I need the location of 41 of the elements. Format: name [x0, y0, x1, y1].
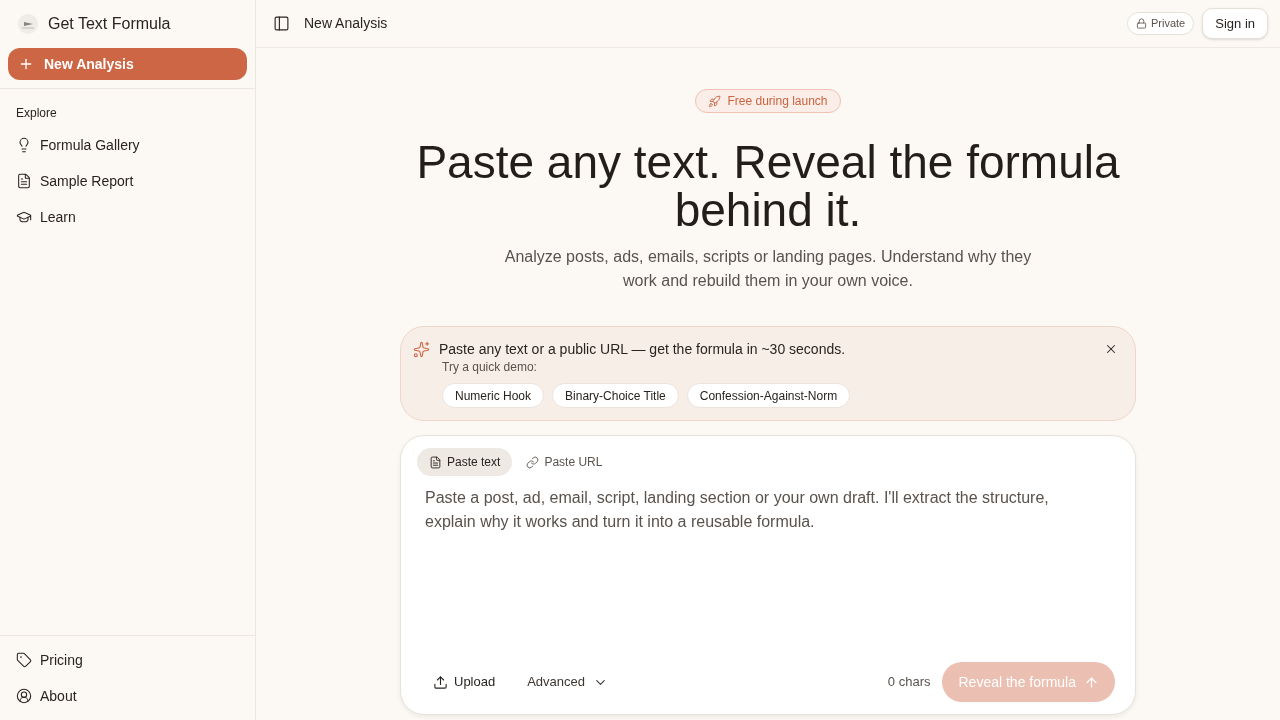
hero-heading: Paste any text. Reveal the formula behind it. — [415, 138, 1121, 234]
demo-chip[interactable]: Numeric Hook — [442, 383, 545, 408]
demo-label: Try a quick demo: — [442, 359, 538, 375]
launch-badge: Free during launch — [695, 89, 841, 113]
sidebar-nav-item[interactable]: Learn — [0, 199, 255, 235]
sidebar-nav-item[interactable]: Sample Report — [0, 163, 255, 199]
brand-name: Get Text Formula — [48, 14, 171, 34]
document-icon — [429, 455, 442, 469]
link-icon — [526, 455, 540, 469]
rocket-icon — [708, 94, 722, 108]
input-mode-tab[interactable]: Paste URL — [520, 448, 609, 476]
sidebar-nav-item[interactable]: About — [0, 678, 255, 714]
close-icon[interactable] — [1104, 342, 1118, 356]
upload-icon — [433, 674, 448, 690]
panel-icon[interactable] — [273, 15, 290, 32]
upload-button[interactable]: Upload — [417, 666, 512, 698]
input-mode-tab[interactable]: Paste text — [417, 448, 513, 476]
sign-in-button[interactable]: Sign in — [1202, 8, 1268, 39]
char-count: 0 chars — [887, 673, 931, 692]
section-title: Explore — [15, 105, 58, 121]
user-circle-icon — [16, 688, 32, 704]
lock-icon — [1136, 18, 1147, 29]
page-title: New Analysis — [304, 14, 388, 33]
tip-message: Paste any text or a public URL — get the formula in ~30 seconds. — [439, 340, 846, 359]
demo-chip[interactable]: Confession-Against-Norm — [686, 383, 851, 408]
sidebar-nav-item[interactable]: Formula Gallery — [0, 127, 255, 163]
advanced-dropdown[interactable]: Advanced — [517, 666, 619, 698]
sidebar-nav-item[interactable]: Pricing — [0, 642, 255, 678]
text-input-field[interactable]: Paste a post, ad, email, script, landing section or your own draft. I'll extract the structure, explain why it works and turn it into a reusable formula. — [425, 486, 1089, 662]
composer-input-box[interactable] — [400, 435, 1136, 715]
plus-icon — [18, 56, 34, 72]
demo-chip[interactable]: Binary-Choice Title — [552, 383, 679, 408]
new-analysis-button[interactable]: New Analysis — [8, 48, 247, 80]
graduation-cap-icon — [16, 209, 32, 225]
privacy-badge: Private — [1127, 12, 1195, 35]
logo-icon — [18, 14, 38, 34]
tag-icon — [16, 652, 32, 668]
document-icon — [16, 173, 32, 189]
sparkle-icon — [413, 340, 430, 358]
lightbulb-icon — [16, 137, 32, 153]
hero-subtitle: Analyze posts, ads, emails, scripts or landing pages. Understand why they work and rebuild them in your own voice. — [503, 247, 1033, 291]
